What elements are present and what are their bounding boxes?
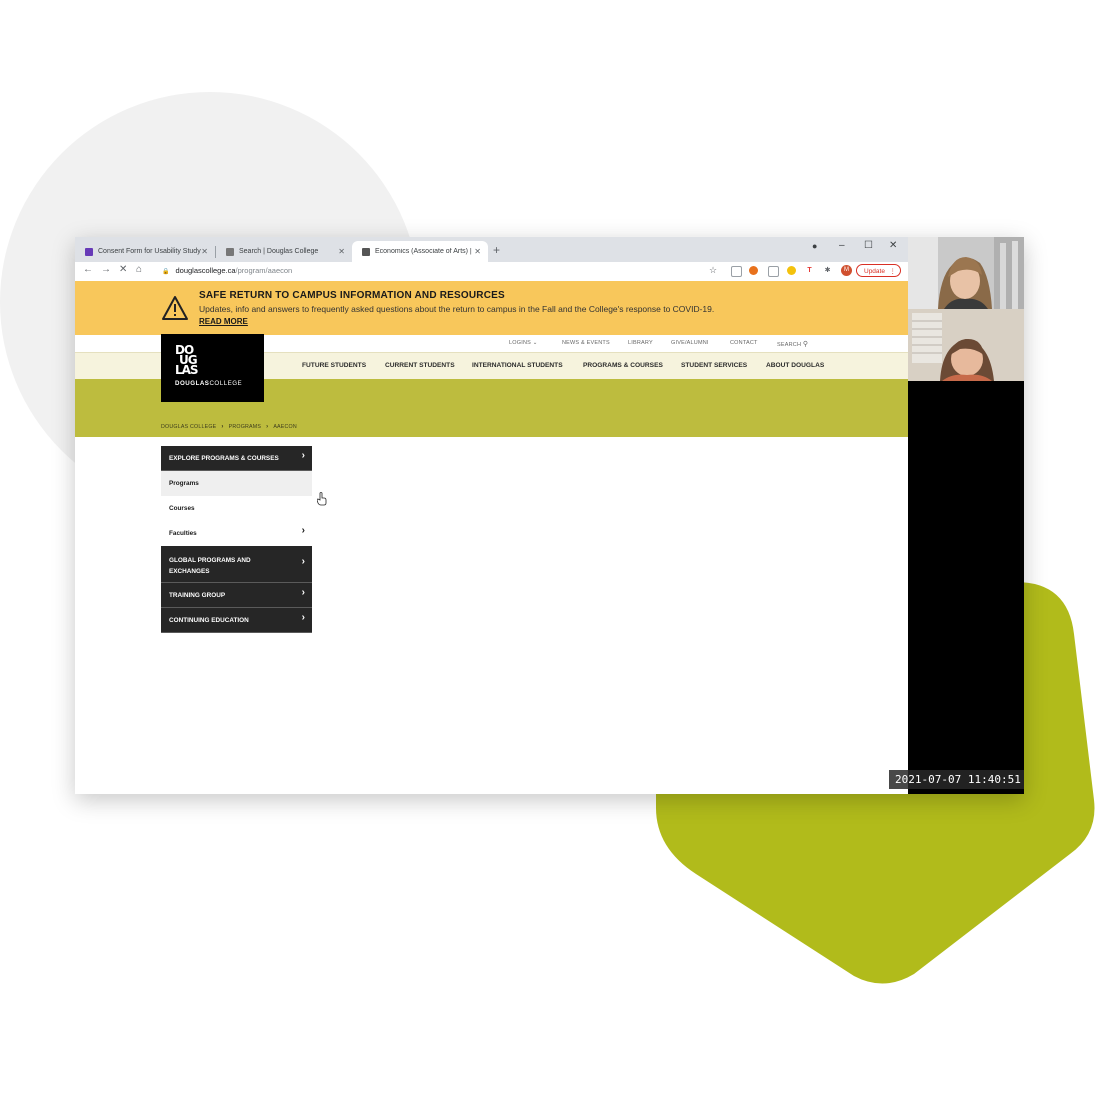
douglas-college-page: SAFE RETURN TO CAMPUS INFORMATION AND RE… bbox=[75, 281, 908, 794]
nav-international-students[interactable]: INTERNATIONAL STUDENTS bbox=[472, 362, 563, 369]
url-field[interactable]: 🔒 douglascollege.ca/program/aaecon bbox=[162, 266, 292, 275]
nav-student-services[interactable]: STUDENT SERVICES bbox=[681, 362, 747, 369]
library-link[interactable]: LIBRARY bbox=[628, 340, 653, 346]
participant-webcam-2 bbox=[908, 309, 1024, 381]
chevron-right-icon: › bbox=[221, 424, 224, 430]
breadcrumb-douglas-college[interactable]: DOUGLAS COLLEGE bbox=[161, 424, 216, 430]
close-tab-icon[interactable]: ✕ bbox=[338, 247, 345, 256]
douglas-college-logo[interactable]: DO UG LAS DOUGLASCOLLEGE bbox=[161, 334, 264, 402]
chevron-right-icon: › bbox=[301, 587, 305, 598]
side-nav-item-courses[interactable]: Courses bbox=[161, 496, 312, 521]
stop-loading-icon[interactable]: ✕ bbox=[119, 264, 127, 275]
puzzle-icon[interactable]: ✱ bbox=[823, 266, 832, 275]
side-nav-explore-header[interactable]: EXPLORE PROGRAMS & COURSES › bbox=[161, 446, 312, 471]
nav-about-douglas[interactable]: ABOUT DOUGLAS bbox=[766, 362, 824, 369]
tab-search-douglas[interactable]: Search | Douglas College ✕ bbox=[216, 241, 352, 262]
recording-timestamp: 2021-07-07 11:40:51 bbox=[889, 770, 1024, 789]
contact-link[interactable]: CONTACT bbox=[730, 340, 758, 346]
side-nav-global-programs[interactable]: GLOBAL PROGRAMS AND EXCHANGES › bbox=[161, 546, 312, 583]
minimize-button[interactable]: – bbox=[839, 240, 845, 251]
new-tab-button[interactable]: + bbox=[493, 243, 500, 257]
nav-programs-courses[interactable]: PROGRAMS & COURSES bbox=[583, 362, 663, 369]
chevron-right-icon: › bbox=[301, 450, 305, 461]
extension-icon[interactable]: T bbox=[805, 266, 814, 275]
side-nav-continuing-education[interactable]: CONTINUING EDUCATION › bbox=[161, 608, 312, 633]
close-window-button[interactable]: ✕ bbox=[889, 240, 897, 251]
screen-recording-frame: Consent Form for Usability Study ✕ Searc… bbox=[75, 237, 1024, 794]
side-nav-training-group[interactable]: TRAINING GROUP › bbox=[161, 583, 312, 608]
side-nav-item-faculties[interactable]: Faculties › bbox=[161, 521, 312, 546]
logo-wordmark: DOUGLASCOLLEGE bbox=[175, 380, 243, 387]
chevron-right-icon: › bbox=[301, 525, 305, 536]
breadcrumb-current: AAECON bbox=[273, 424, 297, 430]
logins-dropdown[interactable]: LOGINS ⌄ bbox=[509, 340, 538, 346]
warning-triangle-icon bbox=[162, 296, 188, 320]
bookmark-star-icon[interactable]: ☆ bbox=[709, 265, 717, 276]
menu-dots-icon: ⋮ bbox=[889, 268, 897, 275]
campus-alert-banner: SAFE RETURN TO CAMPUS INFORMATION AND RE… bbox=[75, 281, 908, 335]
nav-future-students[interactable]: FUTURE STUDENTS bbox=[302, 362, 366, 369]
back-arrow-icon[interactable]: ← bbox=[83, 264, 93, 275]
chevron-down-icon: ⌄ bbox=[532, 340, 538, 346]
update-button[interactable]: Update ⋮ bbox=[856, 264, 901, 277]
tab-economics[interactable]: Economics (Associate of Arts) | D ✕ bbox=[352, 241, 488, 262]
extension-icon[interactable] bbox=[749, 266, 758, 275]
give-alumni-link[interactable]: GIVE/ALUMNI bbox=[671, 340, 709, 346]
maximize-button[interactable]: ☐ bbox=[864, 240, 873, 251]
search-icon: ⚲ bbox=[802, 341, 809, 348]
participant-video-panel bbox=[908, 237, 1024, 794]
participant-webcam-1 bbox=[908, 237, 1024, 309]
close-tab-icon[interactable]: ✕ bbox=[201, 247, 208, 256]
search-link[interactable]: SEARCH ⚲ bbox=[777, 340, 808, 348]
tab-consent-form[interactable]: Consent Form for Usability Study ✕ bbox=[75, 241, 215, 262]
forward-arrow-icon[interactable]: → bbox=[101, 264, 111, 275]
profile-avatar[interactable]: M bbox=[841, 265, 852, 276]
douglas-favicon-icon bbox=[362, 247, 370, 256]
chevron-right-icon: › bbox=[301, 556, 305, 567]
news-events-link[interactable]: NEWS & EVENTS bbox=[562, 340, 610, 346]
alert-title: SAFE RETURN TO CAMPUS INFORMATION AND RE… bbox=[199, 290, 505, 301]
side-nav: EXPLORE PROGRAMS & COURSES › Programs Co… bbox=[161, 446, 312, 633]
hand-cursor-icon bbox=[317, 492, 327, 506]
logo-mark: DO UG LAS bbox=[175, 343, 199, 377]
douglas-favicon-icon bbox=[226, 247, 234, 256]
read-more-link[interactable]: READ MORE bbox=[199, 317, 248, 326]
breadcrumb-programs[interactable]: PROGRAMS bbox=[229, 424, 262, 430]
alert-body: Updates, info and answers to frequently … bbox=[199, 304, 715, 314]
extension-icon[interactable] bbox=[731, 266, 742, 277]
extension-icon[interactable] bbox=[787, 266, 796, 275]
extension-icon[interactable] bbox=[768, 266, 779, 277]
address-bar: ← → ✕ ⌂ 🔒 douglascollege.ca/program/aaeco… bbox=[75, 262, 908, 282]
browser-tab-bar: Consent Form for Usability Study ✕ Searc… bbox=[75, 237, 908, 262]
chevron-right-icon: › bbox=[301, 612, 305, 623]
media-control-icon[interactable]: ● bbox=[812, 241, 817, 251]
lock-icon: 🔒 bbox=[162, 269, 170, 275]
forms-icon bbox=[85, 247, 93, 256]
nav-current-students[interactable]: CURRENT STUDENTS bbox=[385, 362, 455, 369]
breadcrumb: DOUGLAS COLLEGE › PROGRAMS › AAECON bbox=[161, 424, 297, 430]
side-nav-item-programs[interactable]: Programs bbox=[161, 471, 312, 496]
close-tab-icon[interactable]: ✕ bbox=[474, 247, 481, 256]
home-icon[interactable]: ⌂ bbox=[136, 264, 142, 275]
chevron-right-icon: › bbox=[266, 424, 269, 430]
